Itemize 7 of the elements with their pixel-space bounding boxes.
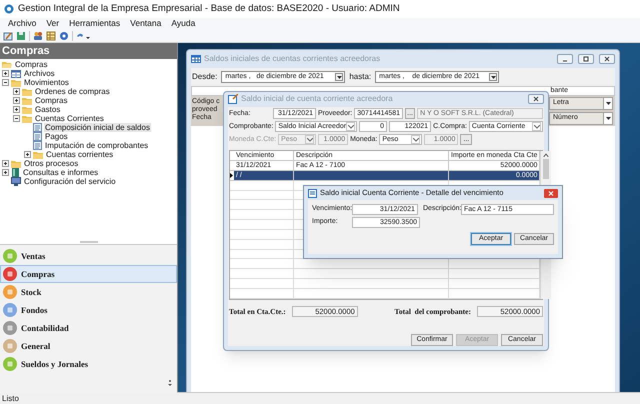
window-title: Saldo inicial de cuenta corriente acreedora [241,93,394,106]
panel-header: Compras [0,43,177,59]
window-title: Gestion Integral de la Empresa Empresarial - Base de datos: BASE2020 - Usuario: ADMIN [18,2,400,16]
window-title: Saldos iniciales de cuentas corrientes acreedoras [204,53,382,65]
field-label: Desde: [192,71,218,83]
status-text: Listo [2,394,19,404]
field-label: hasta: [349,71,372,83]
